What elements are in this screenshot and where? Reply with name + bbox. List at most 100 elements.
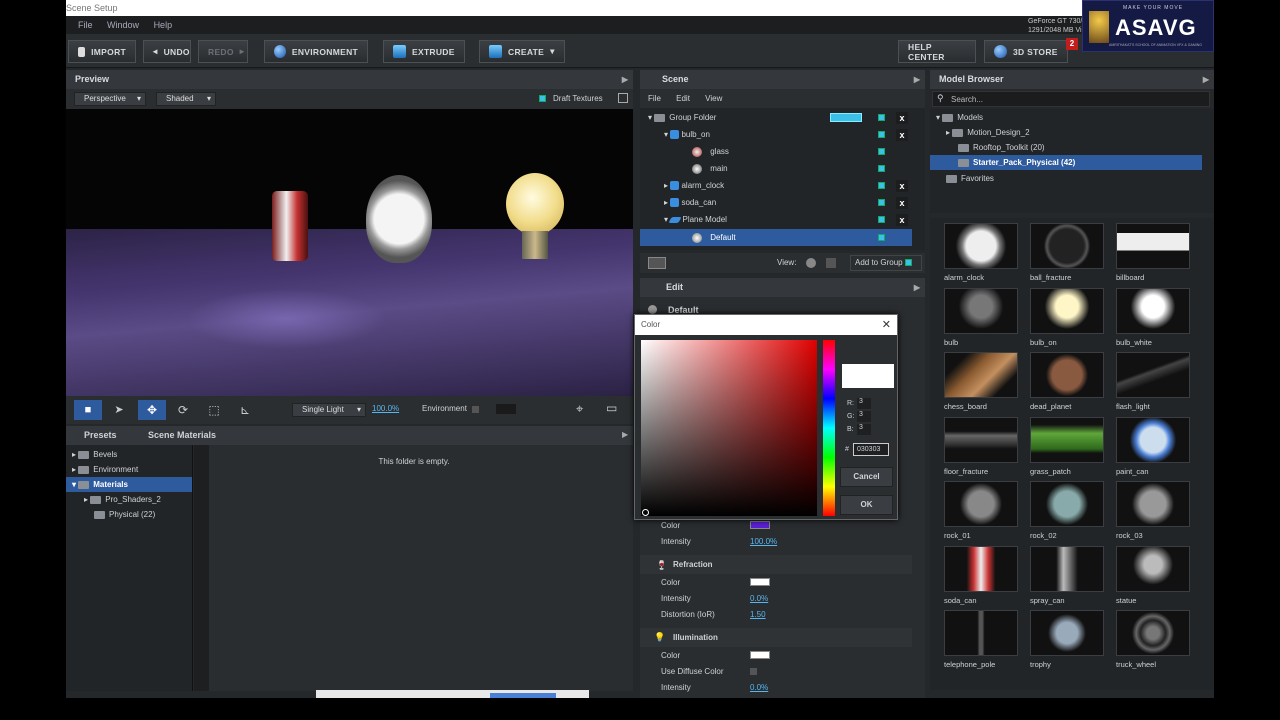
model-thumbnail[interactable] bbox=[1116, 223, 1190, 269]
scene-menu-edit[interactable]: Edit bbox=[676, 94, 690, 103]
scene-menu-view[interactable]: View bbox=[705, 94, 722, 103]
scene-row-soda-can[interactable]: ▸ soda_can x bbox=[640, 194, 912, 211]
move-icon[interactable]: ✥ bbox=[138, 400, 166, 420]
refraction-color-swatch[interactable] bbox=[750, 578, 770, 586]
visibility-checkbox[interactable] bbox=[878, 199, 885, 206]
light-dropdown[interactable]: Single Light bbox=[292, 403, 366, 417]
tree-item-rooftop-toolkit[interactable]: Rooftop_Toolkit (20) bbox=[958, 143, 1045, 152]
tree-item-favorites[interactable]: Favorites bbox=[946, 174, 994, 183]
add-to-group-button[interactable]: Add to Group bbox=[850, 255, 922, 271]
extrude-button[interactable]: EXTRUDE bbox=[383, 40, 465, 63]
delete-icon[interactable]: x bbox=[896, 197, 908, 209]
model-thumbnail[interactable] bbox=[1116, 481, 1190, 527]
view-sphere-icon[interactable] bbox=[806, 258, 816, 268]
model-thumbnail[interactable] bbox=[944, 352, 1018, 398]
model-thumbnail[interactable] bbox=[1116, 545, 1190, 592]
scene-row-group-folder[interactable]: ▾ Group Folder x bbox=[640, 109, 912, 126]
model-thumbnail[interactable] bbox=[944, 610, 1018, 656]
fullscreen-icon[interactable] bbox=[618, 93, 628, 103]
panel-menu-icon[interactable]: ▶ bbox=[914, 278, 920, 297]
tab-presets[interactable]: Presets bbox=[84, 430, 117, 440]
menu-window[interactable]: Window bbox=[107, 20, 139, 30]
tree-item-pro-shaders[interactable]: ▸ Pro_Shaders_2 bbox=[84, 495, 161, 504]
environment-checkbox[interactable] bbox=[472, 406, 479, 413]
scene-row-main[interactable]: main bbox=[640, 160, 912, 177]
model-thumbnail[interactable] bbox=[1116, 287, 1190, 334]
use-diffuse-checkbox[interactable] bbox=[750, 668, 757, 675]
model-thumbnail[interactable] bbox=[944, 223, 1018, 269]
model-thumbnail[interactable] bbox=[1116, 352, 1190, 398]
delete-icon[interactable]: x bbox=[896, 129, 908, 141]
viewport-3d[interactable] bbox=[66, 109, 633, 396]
illumination-intensity-value[interactable]: 0.0% bbox=[750, 683, 768, 692]
help-center-button[interactable]: HELP CENTER bbox=[898, 40, 976, 63]
saturation-value-field[interactable] bbox=[641, 340, 817, 516]
model-thumbnail[interactable] bbox=[1030, 481, 1104, 527]
group-color-dropdown[interactable] bbox=[830, 113, 862, 122]
hex-input[interactable]: 030303 bbox=[853, 443, 889, 456]
visibility-checkbox[interactable] bbox=[878, 182, 885, 189]
model-thumbnail[interactable] bbox=[944, 416, 1018, 463]
visibility-checkbox[interactable] bbox=[878, 234, 885, 241]
visibility-checkbox[interactable] bbox=[878, 131, 885, 138]
create-button[interactable]: CREATE ▾ bbox=[479, 40, 565, 63]
visibility-checkbox[interactable] bbox=[878, 114, 885, 121]
light-intensity[interactable]: 100.0% bbox=[372, 404, 399, 413]
model-thumbnail[interactable] bbox=[944, 545, 1018, 592]
distortion-value[interactable]: 1.50 bbox=[750, 610, 766, 619]
delete-icon[interactable]: x bbox=[896, 214, 908, 226]
tab-scene-materials[interactable]: Scene Materials bbox=[148, 430, 216, 440]
rotate-icon[interactable]: ⟳ bbox=[172, 400, 194, 420]
tree-item-environment[interactable]: ▸ Environment bbox=[72, 465, 138, 474]
undo-button[interactable]: ◂ UNDO bbox=[143, 40, 191, 63]
model-thumbnail[interactable] bbox=[1030, 416, 1104, 463]
refraction-intensity-value[interactable]: 0.0% bbox=[750, 594, 768, 603]
model-thumbnail[interactable] bbox=[1030, 223, 1104, 269]
illumination-color-swatch[interactable] bbox=[750, 651, 770, 659]
new-folder-icon[interactable] bbox=[648, 257, 666, 269]
redo-button[interactable]: REDO ▸ bbox=[198, 40, 248, 63]
scene-row-alarm-clock[interactable]: ▸ alarm_clock x bbox=[640, 177, 912, 194]
delete-icon[interactable]: x bbox=[896, 180, 908, 192]
screen-icon[interactable]: ▭ bbox=[606, 401, 617, 415]
r-input[interactable]: 3 bbox=[857, 398, 871, 409]
delete-icon[interactable]: x bbox=[896, 112, 908, 124]
search-input[interactable]: Search... bbox=[951, 95, 983, 104]
cancel-button[interactable]: Cancel bbox=[840, 467, 893, 487]
panel-menu-icon[interactable]: ▶ bbox=[914, 70, 920, 89]
b-input[interactable]: 3 bbox=[857, 424, 871, 435]
tree-item-bevels[interactable]: ▸ Bevels bbox=[72, 450, 117, 459]
scene-menu-file[interactable]: File bbox=[648, 94, 661, 103]
panel-menu-icon[interactable]: ▶ bbox=[622, 70, 628, 89]
g-input[interactable]: 3 bbox=[857, 411, 871, 422]
scene-row-default[interactable]: Default bbox=[640, 229, 912, 246]
model-thumbnail[interactable] bbox=[1030, 610, 1104, 656]
model-thumbnail[interactable] bbox=[1030, 287, 1104, 334]
scale-icon[interactable]: ⬚ bbox=[203, 400, 225, 420]
view-grid-icon[interactable] bbox=[826, 258, 836, 268]
model-thumbnail[interactable] bbox=[1116, 416, 1190, 463]
target-icon[interactable]: ⌖ bbox=[576, 401, 583, 417]
panel-menu-icon[interactable]: ▶ bbox=[1203, 70, 1209, 89]
visibility-checkbox[interactable] bbox=[878, 165, 885, 172]
camera-dropdown[interactable]: Perspective bbox=[74, 92, 146, 106]
tree-item-physical[interactable]: Physical (22) bbox=[94, 510, 155, 519]
scene-row-glass[interactable]: glass bbox=[640, 143, 912, 160]
camera-icon[interactable]: ■ bbox=[74, 400, 102, 420]
scene-row-plane-model[interactable]: ▾ Plane Model x bbox=[640, 211, 912, 228]
diffuse-color-swatch[interactable] bbox=[750, 521, 770, 529]
tree-item-motion-design[interactable]: ▸ Motion_Design_2 bbox=[946, 128, 1030, 137]
visibility-checkbox[interactable] bbox=[878, 148, 885, 155]
ok-button[interactable]: OK bbox=[840, 495, 893, 515]
tree-scrollbar[interactable] bbox=[194, 445, 209, 691]
draft-textures-checkbox[interactable] bbox=[539, 95, 546, 102]
model-thumbnail[interactable] bbox=[1116, 610, 1190, 656]
shading-dropdown[interactable]: Shaded bbox=[156, 92, 216, 106]
model-search-box[interactable]: ⚲ Search... bbox=[932, 91, 1210, 107]
hue-slider[interactable] bbox=[823, 340, 835, 516]
environment-button[interactable]: ENVIRONMENT bbox=[264, 40, 368, 63]
visibility-checkbox[interactable] bbox=[878, 216, 885, 223]
panel-menu-icon[interactable]: ▶ bbox=[622, 430, 628, 439]
model-thumbnail[interactable] bbox=[1030, 352, 1104, 398]
snap-icon[interactable]: ⊾ bbox=[234, 400, 256, 420]
